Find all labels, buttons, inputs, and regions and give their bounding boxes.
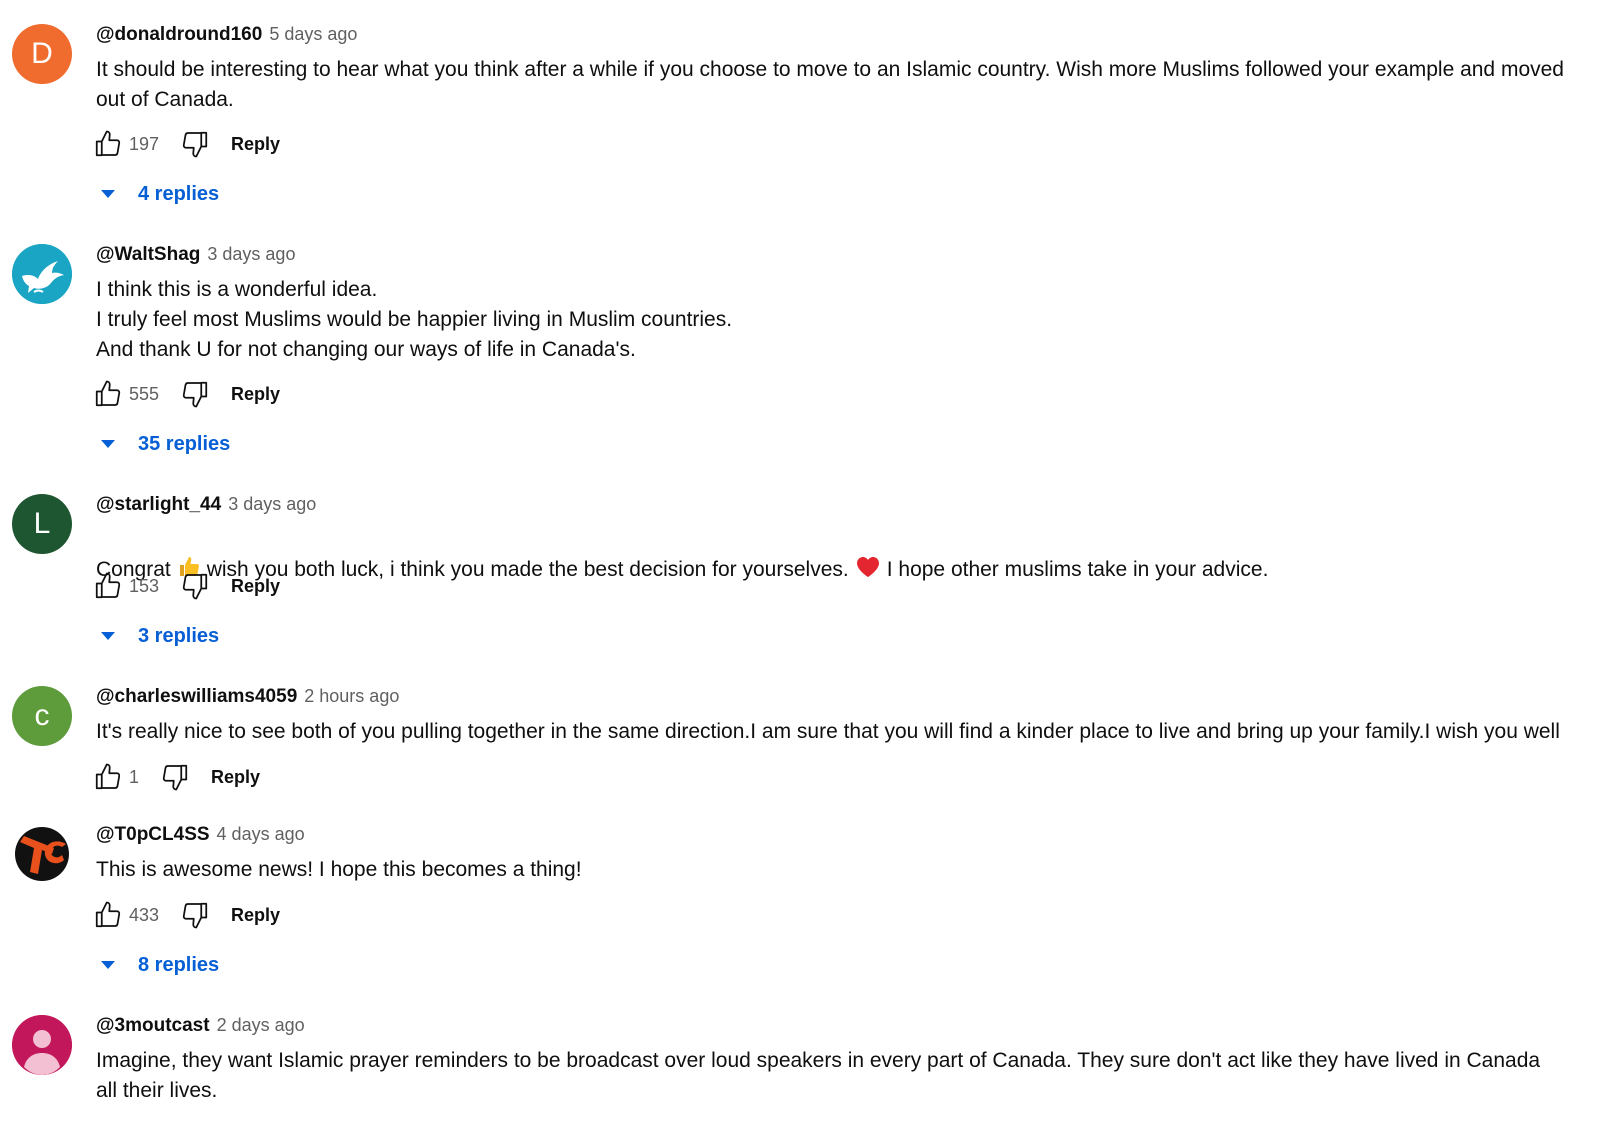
comment-text: It's really nice to see both of you pull… xyxy=(96,720,1560,743)
like-button[interactable] xyxy=(90,126,126,162)
thumbs-up-icon xyxy=(95,380,121,407)
view-replies-button[interactable]: 35 replies xyxy=(100,424,230,464)
comment-header: @charleswilliams4059 2 hours ago xyxy=(96,686,399,712)
author-name[interactable]: @charleswilliams4059 xyxy=(96,686,297,708)
like-count: 1 xyxy=(129,766,140,787)
replies-count: 3 replies xyxy=(138,624,220,647)
reply-button[interactable]: Reply xyxy=(231,384,280,405)
comment-actions: 153 Reply xyxy=(90,566,280,606)
thumbs-down-icon xyxy=(162,764,188,791)
thumbs-up-icon xyxy=(95,130,121,157)
comment-text-part: wish you both luck, i think you made the… xyxy=(206,558,849,581)
comment-time[interactable]: 3 days ago xyxy=(207,244,295,265)
dislike-button[interactable] xyxy=(177,568,213,604)
dove-icon xyxy=(12,244,72,304)
comment-time[interactable]: 2 days ago xyxy=(217,1015,305,1036)
like-button[interactable] xyxy=(90,376,126,412)
caret-down-icon xyxy=(101,190,115,198)
comment-header: @WaltShag 3 days ago xyxy=(96,244,295,270)
default-person-icon xyxy=(12,1015,72,1075)
red-heart-emoji-icon xyxy=(855,555,881,588)
view-replies-button[interactable]: 3 replies xyxy=(100,616,219,656)
comment-text: This is awesome news! I hope this become… xyxy=(96,858,582,881)
comment-time[interactable]: 5 days ago xyxy=(269,24,357,45)
dislike-button[interactable] xyxy=(157,759,193,795)
like-count: 153 xyxy=(129,575,160,596)
comment-header: @starlight_44 3 days ago xyxy=(96,494,316,520)
like-button[interactable] xyxy=(90,568,126,604)
like-count: 433 xyxy=(129,904,160,925)
replies-count: 35 replies xyxy=(138,432,231,455)
avatar-letter: D xyxy=(31,37,53,70)
comment-text: Congrat wish you both luck, i think you m… xyxy=(96,525,1566,588)
avatar[interactable]: L xyxy=(12,494,72,554)
caret-down-icon xyxy=(101,440,115,448)
replies-count: 8 replies xyxy=(138,953,220,976)
dislike-button[interactable] xyxy=(177,897,213,933)
dislike-button[interactable] xyxy=(177,376,213,412)
caret-down-icon xyxy=(101,632,115,640)
author-name[interactable]: @WaltShag xyxy=(96,244,200,266)
comment-text: It should be interesting to hear what yo… xyxy=(96,58,1564,111)
thumbs-up-icon xyxy=(95,901,121,928)
avatar-letter: c xyxy=(34,699,50,732)
avatar[interactable]: D xyxy=(12,24,72,84)
comment-time[interactable]: 3 days ago xyxy=(228,494,316,515)
thumbs-down-icon xyxy=(182,902,208,929)
thumbs-down-icon xyxy=(182,573,208,600)
author-name[interactable]: @starlight_44 xyxy=(96,494,221,516)
like-button[interactable] xyxy=(90,897,126,933)
view-replies-button[interactable]: 8 replies xyxy=(100,945,219,985)
avatar[interactable] xyxy=(12,244,72,304)
like-button[interactable] xyxy=(90,759,126,795)
thumbs-up-icon xyxy=(95,763,121,790)
comment-text: I think this is a wonderful idea. I trul… xyxy=(96,278,733,361)
avatar[interactable] xyxy=(12,1015,72,1075)
comment-header: @T0pCL4SS 4 days ago xyxy=(96,824,305,850)
comment-header: @donaldround160 5 days ago xyxy=(96,24,357,50)
comment-actions: 197 Reply xyxy=(90,124,280,164)
author-name[interactable]: @donaldround160 xyxy=(96,24,262,46)
comment-actions: 433 Reply xyxy=(90,895,280,935)
reply-button[interactable]: Reply xyxy=(231,134,280,155)
author-name[interactable]: @T0pCL4SS xyxy=(96,824,210,846)
reply-button[interactable]: Reply xyxy=(211,767,260,788)
replies-count: 4 replies xyxy=(138,182,220,205)
thumbs-down-icon xyxy=(182,381,208,408)
comment-time[interactable]: 4 days ago xyxy=(217,824,305,845)
dislike-button[interactable] xyxy=(177,126,213,162)
comment-text-part: I hope other muslims take in your advice… xyxy=(886,558,1269,581)
comment-time[interactable]: 2 hours ago xyxy=(304,686,399,707)
comment-actions: 555 Reply xyxy=(90,374,280,414)
like-count: 555 xyxy=(129,383,160,404)
comment-actions: 1 Reply xyxy=(90,757,260,797)
avatar-letter: L xyxy=(33,507,51,540)
like-count: 197 xyxy=(129,133,160,154)
comment-header: @3moutcast 2 days ago xyxy=(96,1015,305,1041)
reply-button[interactable]: Reply xyxy=(231,905,280,926)
thumbs-up-icon xyxy=(95,572,121,599)
avatar[interactable] xyxy=(12,824,72,884)
reply-button[interactable]: Reply xyxy=(231,576,280,597)
view-replies-button[interactable]: 4 replies xyxy=(100,174,219,214)
comment-text: Imagine, they want Islamic prayer remind… xyxy=(96,1049,1541,1102)
thumbs-down-icon xyxy=(182,131,208,158)
tc-logo-icon xyxy=(15,827,69,881)
author-name[interactable]: @3moutcast xyxy=(96,1015,210,1037)
caret-down-icon xyxy=(101,961,115,969)
avatar[interactable]: c xyxy=(12,686,72,746)
